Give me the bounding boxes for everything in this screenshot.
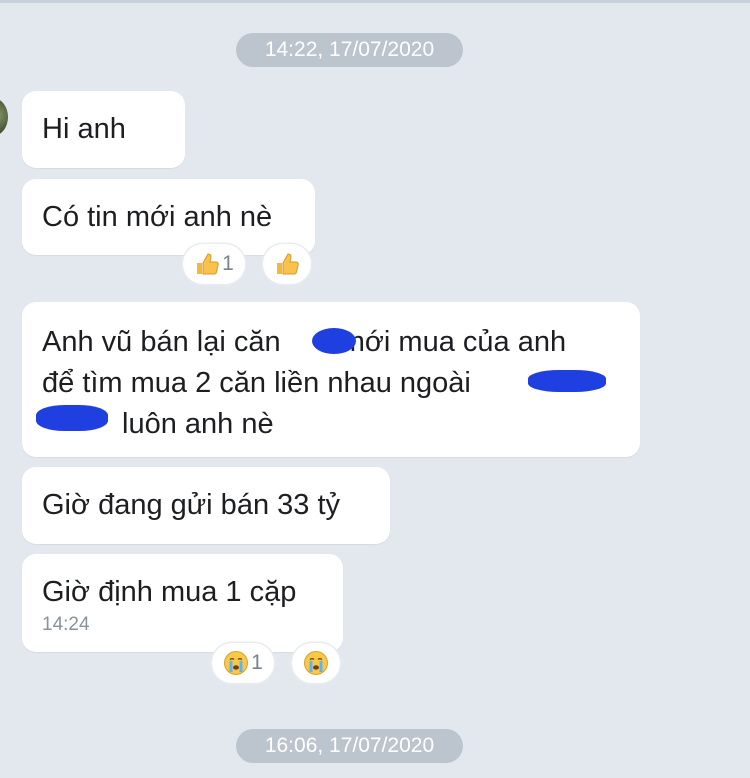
message-text: luôn anh nè [122,408,274,440]
thumbs-up-icon [197,253,219,275]
react-button[interactable] [263,244,311,284]
contact-avatar[interactable] [0,98,8,136]
message-text: Có tin mới anh nè [42,201,273,233]
redaction-mark [312,328,356,354]
reaction-count-badge[interactable]: 1 [183,244,245,284]
react-button[interactable] [292,643,340,683]
date-separator: 16:06, 17/07/2020 [236,729,463,763]
top-divider [0,0,750,3]
reaction-count: 1 [251,651,263,674]
message-text: mới mua của anh [340,326,567,358]
redaction-mark [36,405,108,431]
message-text: Giờ đang gửi bán 33 tỷ [42,489,341,521]
message-text: Hi anh [42,113,126,145]
reaction-count-badge[interactable]: 1 [212,643,274,683]
message-text: để tìm mua 2 căn liền nhau ngoài [42,367,471,399]
message-bubble[interactable]: Giờ đang gửi bán 33 tỷ [22,467,390,544]
reaction-count: 1 [222,252,234,275]
message-bubble[interactable]: Có tin mới anh nè [22,179,315,255]
message-bubble[interactable]: Hi anh [22,91,185,168]
message-line: luôn anh nè [42,404,620,445]
message-bubble[interactable]: Giờ định mua 1 cặp 14:24 [22,554,343,652]
message-time: 14:24 [42,614,90,635]
crying-face-icon [304,651,328,675]
redaction-mark [528,370,606,392]
message-text: Anh vũ bán lại căn [42,326,281,358]
thumbs-up-icon [277,253,299,275]
crying-face-icon [224,651,249,675]
date-separator: 14:22, 17/07/2020 [236,33,463,67]
message-text: Giờ định mua 1 cặp [42,576,297,608]
